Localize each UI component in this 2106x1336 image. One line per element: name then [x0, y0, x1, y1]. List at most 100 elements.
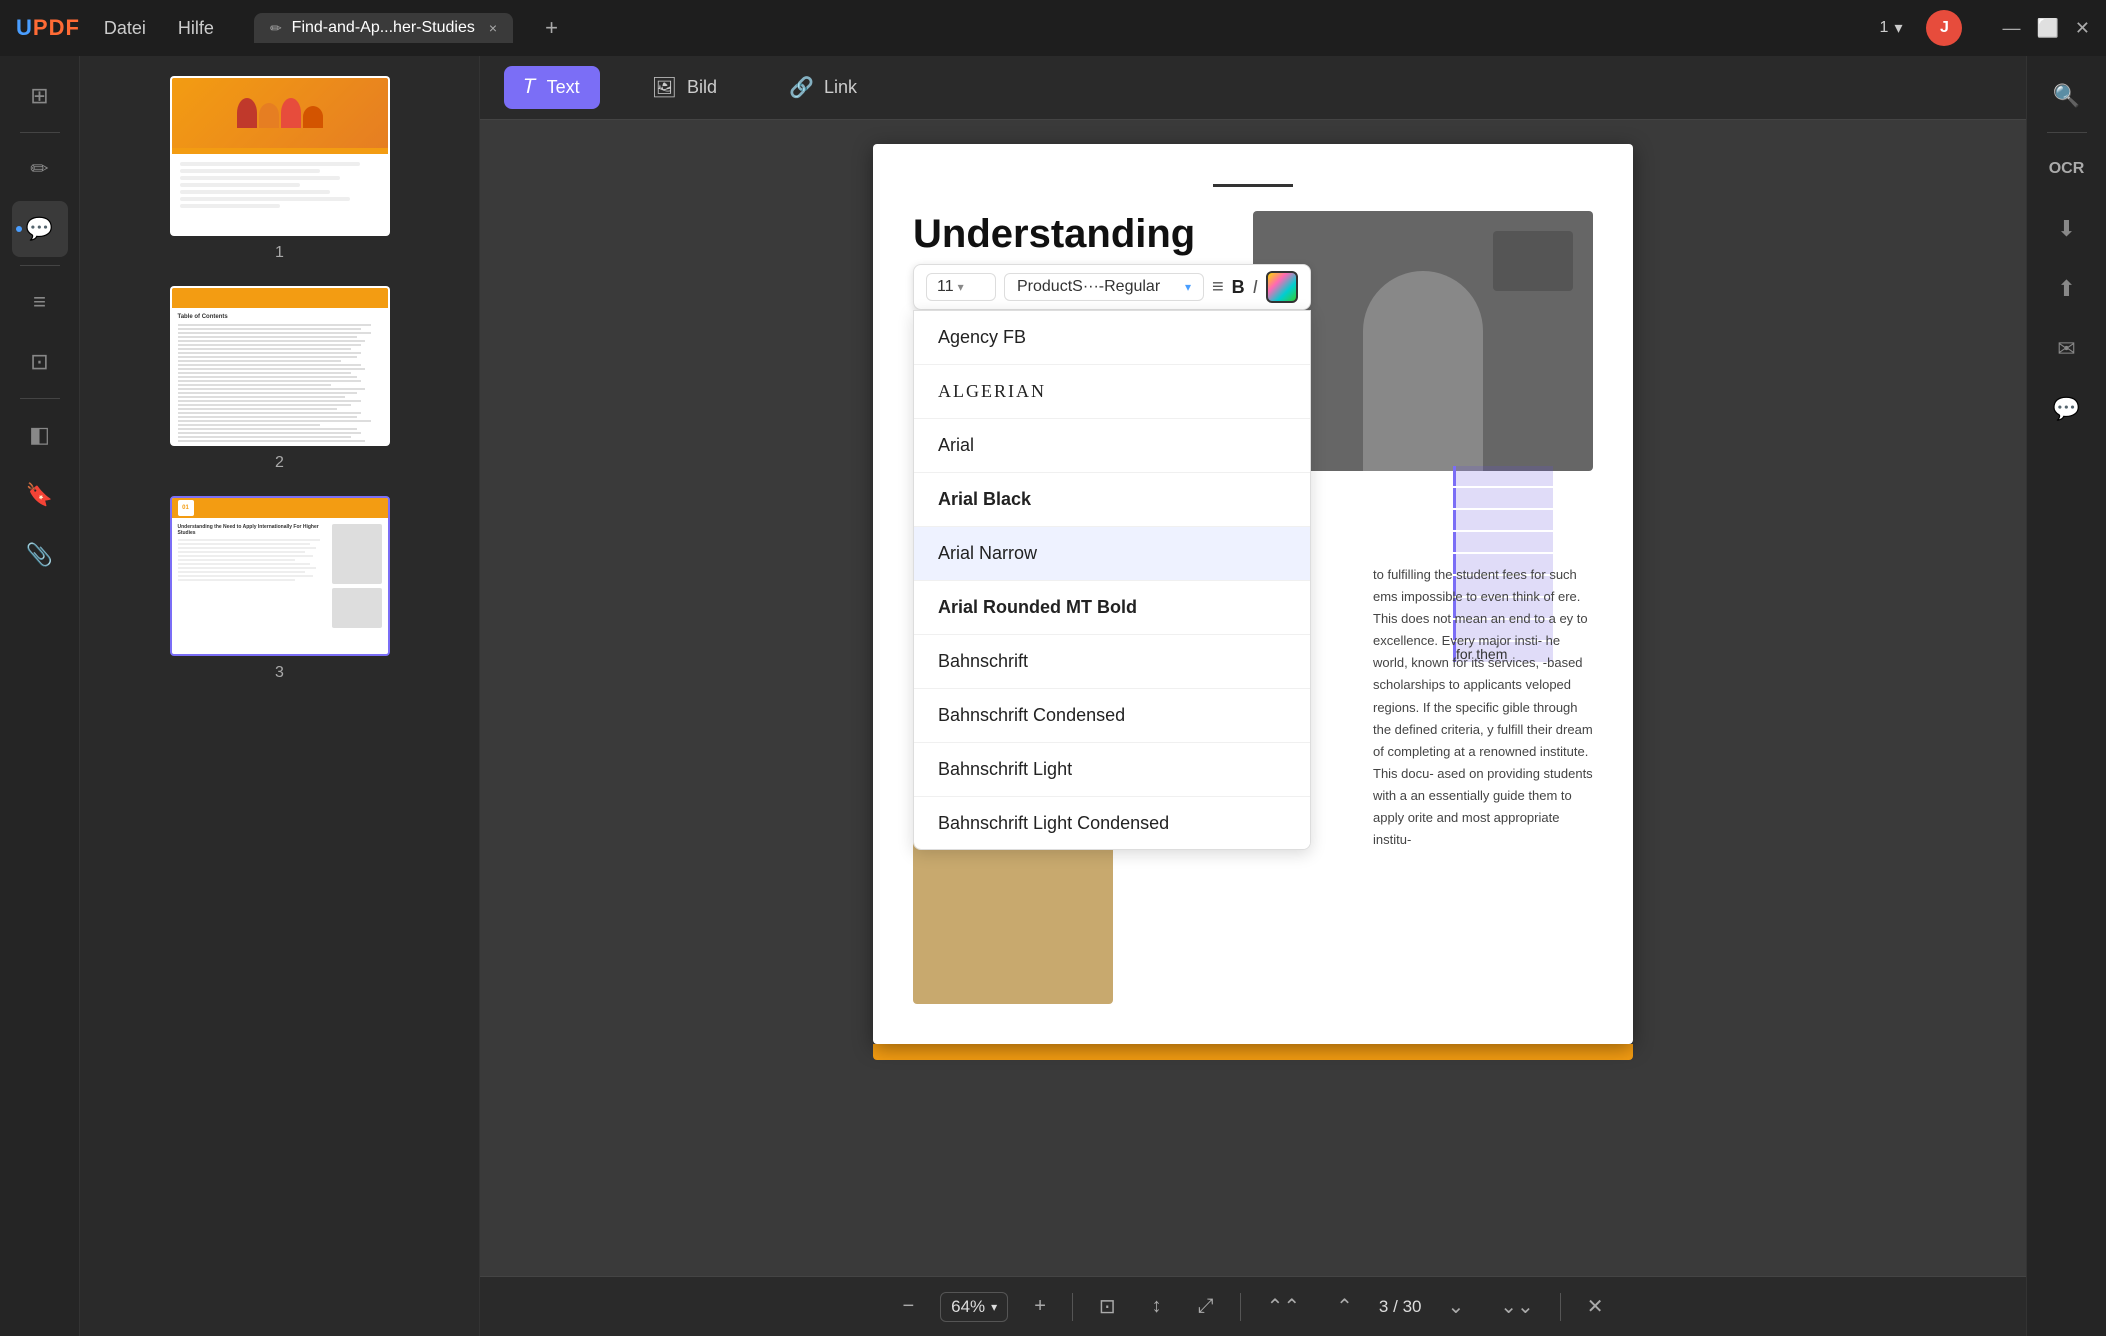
font-option-bahnschrift-light[interactable]: Bahnschrift Light [914, 743, 1310, 797]
minimize-button[interactable]: — [2002, 18, 2020, 39]
share-button[interactable]: ⬆ [2039, 261, 2095, 317]
font-size-value: 11 [937, 278, 954, 296]
sidebar-divider-1 [20, 132, 60, 133]
text-tool-label: Text [547, 77, 580, 98]
body-text-right: to fulfilling the student fees for such … [1373, 564, 1593, 851]
image-tool-button[interactable]: 🖼 Bild [632, 65, 737, 110]
bottom-toolbar: − 64% ▾ + ⊡ ↕ ⤢ ⌃⌃ ⌃ 3 / 30 ⌄ ⌄⌄ ✕ [480, 1276, 2026, 1336]
bottom-left-image [913, 824, 1113, 1004]
page-first-button[interactable]: ⌃⌃ [1257, 1288, 1311, 1325]
menu-hilfe[interactable]: Hilfe [178, 18, 214, 39]
font-list-dropdown[interactable]: Agency FB ALGERIAN Arial Arial Black Ari… [913, 310, 1311, 850]
sidebar-item-extract[interactable]: ≡ [12, 274, 68, 330]
share-icon: ⬆ [2057, 276, 2075, 302]
thumb3-text: Understanding the Need to Apply Internat… [178, 524, 328, 628]
extract-button[interactable]: ⬇ [2039, 201, 2095, 257]
sidebar-item-bookmark[interactable]: 🔖 [12, 467, 68, 523]
page-separator: / [1393, 1297, 1402, 1316]
font-family-selector[interactable]: ProductS···-Regular ▾ [1004, 273, 1204, 301]
thumb1-people [237, 98, 323, 128]
logo-pdf: PDF [33, 15, 80, 40]
zoom-in-button[interactable]: + [1024, 1289, 1056, 1324]
page-last-button[interactable]: ⌄⌄ [1490, 1288, 1544, 1325]
font-option-arial[interactable]: Arial [914, 419, 1310, 473]
font-dropdown-overlay: 11 ▾ ProductS···-Regular ▾ ≡ B I [913, 264, 1311, 850]
toolbar-divider-3 [1560, 1293, 1561, 1321]
sidebar-item-thumbnails[interactable]: ⊞ [12, 68, 68, 124]
attachment-icon: 📎 [26, 542, 53, 568]
email-icon: ✉ [2057, 336, 2075, 362]
thumbnail-view-icon: ⊞ [30, 83, 48, 109]
new-tab-button[interactable]: + [545, 15, 558, 41]
zoom-level[interactable]: 64% ▾ [940, 1292, 1008, 1322]
font-option-bahnschrift[interactable]: Bahnschrift [914, 635, 1310, 689]
thumb3-image [332, 524, 382, 584]
link-tool-button[interactable]: 🔗 Link [769, 65, 877, 110]
thumbnail-3[interactable]: 01 Understanding the Need to Apply Inter… [170, 496, 390, 682]
tab-document[interactable]: ✏ Find-and-Ap...her-Studies × [254, 13, 513, 43]
menu-bar: Datei Hilfe [104, 18, 214, 39]
text-tool-button[interactable]: 𝑇 Text [504, 66, 600, 109]
selected-line-1 [1453, 466, 1553, 486]
sidebar-item-edit[interactable]: ✏ [12, 141, 68, 197]
close-button[interactable]: ✕ [2075, 18, 2090, 39]
user-avatar[interactable]: J [1926, 10, 1962, 46]
maximize-button[interactable]: ⬜ [2036, 18, 2058, 39]
toolbar-divider-2 [1240, 1293, 1241, 1321]
thumbnail-preview-3: 01 Understanding the Need to Apply Inter… [170, 496, 390, 656]
search-icon: 🔍 [2053, 83, 2080, 109]
font-option-arial-rounded[interactable]: Arial Rounded MT Bold [914, 581, 1310, 635]
ocr-button[interactable]: OCR [2039, 141, 2095, 197]
sidebar-item-layers[interactable]: ◧ [12, 407, 68, 463]
bookmark-icon: 🔖 [26, 482, 53, 508]
tab-close-btn[interactable]: × [489, 20, 497, 36]
image-tool-label: Bild [687, 77, 717, 98]
thumb3-chapter-title: Understanding the Need to Apply Internat… [178, 524, 328, 536]
email-button[interactable]: ✉ [2039, 321, 2095, 377]
close-overlay-button[interactable]: ✕ [1577, 1288, 1614, 1325]
chat-button[interactable]: 💬 [2039, 381, 2095, 437]
font-option-bahnschrift-light-condensed[interactable]: Bahnschrift Light Condensed [914, 797, 1310, 850]
font-option-algerian[interactable]: ALGERIAN [914, 365, 1310, 419]
italic-button[interactable]: I [1253, 277, 1258, 298]
page-bottom-yellow [873, 1044, 1633, 1060]
organize-icon: ⊡ [30, 349, 48, 375]
font-option-arial-narrow[interactable]: Arial Narrow [914, 527, 1310, 581]
fit-page-button[interactable]: ⊡ [1089, 1288, 1126, 1325]
page-chevron[interactable]: ▾ [1894, 18, 1902, 38]
chat-icon: 💬 [2053, 396, 2080, 422]
page-next-button[interactable]: ⌄ [1438, 1288, 1475, 1325]
selected-line-2 [1453, 488, 1553, 508]
thumbnail-1[interactable]: 1 [170, 76, 390, 262]
text-align-button[interactable]: ≡ [1212, 276, 1224, 299]
font-option-bahnschrift-condensed[interactable]: Bahnschrift Condensed [914, 689, 1310, 743]
text-extract-icon: ≡ [33, 289, 46, 315]
sidebar-item-attachment[interactable]: 📎 [12, 527, 68, 583]
expand-button[interactable]: ⤢ [1188, 1289, 1224, 1324]
color-picker-button[interactable] [1266, 271, 1298, 303]
sidebar-right-divider-1 [2047, 132, 2087, 133]
pdf-viewer[interactable]: Understanding the Need to Apply Internat… [480, 120, 2026, 1276]
comment-icon: 💬 [26, 216, 53, 242]
sidebar-item-comment[interactable]: 💬 [12, 201, 68, 257]
pdf-page: Understanding the Need to Apply Internat… [873, 144, 1633, 1044]
thumbnail-2[interactable]: Table of Contents [170, 286, 390, 472]
image-tool-icon: 🖼 [652, 75, 677, 100]
font-size-selector[interactable]: 11 ▾ [926, 273, 996, 301]
tab-icon: ✏ [270, 20, 282, 37]
current-page: 1 [1880, 19, 1889, 37]
page-prev-button[interactable]: ⌃ [1326, 1288, 1363, 1325]
zoom-out-button[interactable]: − [892, 1289, 924, 1324]
current-page-num: 3 [1379, 1297, 1388, 1316]
app-logo: UPDF [16, 15, 80, 41]
text-tool-icon: 𝑇 [524, 76, 537, 99]
tab-label: Find-and-Ap...her-Studies [292, 19, 475, 37]
fit-width-button[interactable]: ↕ [1142, 1289, 1172, 1324]
bold-button[interactable]: B [1232, 277, 1245, 298]
font-option-agency-fb[interactable]: Agency FB [914, 311, 1310, 365]
thumb3-content: Understanding the Need to Apply Internat… [172, 518, 388, 634]
sidebar-item-organize[interactable]: ⊡ [12, 334, 68, 390]
font-option-arial-black[interactable]: Arial Black [914, 473, 1310, 527]
menu-datei[interactable]: Datei [104, 18, 146, 39]
search-button[interactable]: 🔍 [2039, 68, 2095, 124]
